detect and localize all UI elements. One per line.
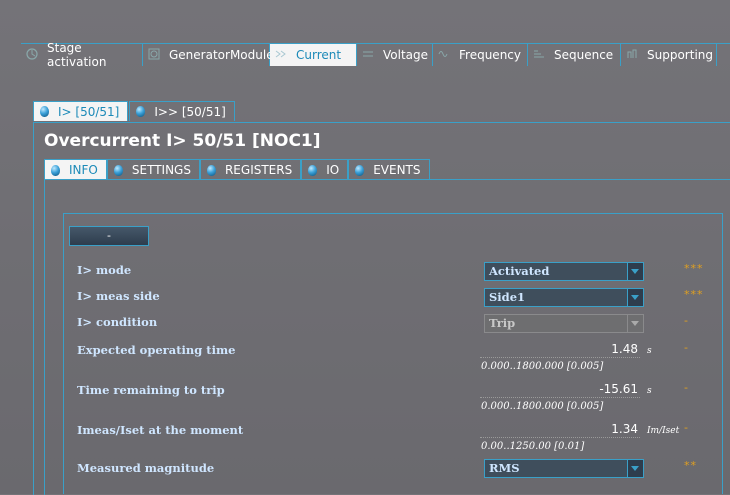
remaining-value: -15.61 [480,382,640,398]
top-tab-bar: Stage activation GeneratorModule Current… [21,41,730,69]
tab-current[interactable]: Current [270,44,357,66]
tab-stage-activation[interactable]: Stage activation [21,41,143,69]
tab-sequence[interactable]: Sequence [528,44,621,66]
imeas-value: 1.34 [480,422,640,438]
generator-icon [148,48,160,60]
voltage-icon [362,48,374,60]
meas-side-select[interactable]: Side1 [484,288,644,307]
chevron-down-icon[interactable] [627,289,643,306]
tab-stage-i-double-greater[interactable]: I>> [50/51] [129,101,235,121]
meas-side-label: I> meas side [77,289,160,303]
tab-registers[interactable]: REGISTERS [199,159,302,180]
stage-activation-icon [26,48,38,60]
expected-time-flag: - [684,341,689,354]
bulb-icon [113,164,123,176]
tab-voltage[interactable]: Voltage [357,44,433,66]
bulb-icon [308,164,318,176]
imeas-flag: - [684,421,689,434]
bulb-icon [355,164,365,176]
page-title: Overcurrent I> 50/51 [NOC1] [44,131,321,151]
remaining-unit: s [647,386,652,396]
tab-io[interactable]: IO [301,159,349,180]
bulb-icon [40,106,49,117]
remaining-flag: - [684,381,689,394]
imeas-unit: Im/Iset [647,426,680,436]
tab-frequency[interactable]: Frequency [433,44,528,66]
bulb-icon [51,164,60,176]
condition-flag: - [684,314,689,327]
condition-label: I> condition [77,315,158,329]
tab-supporting[interactable]: Supporting [621,44,717,66]
collapse-button[interactable]: - [69,226,149,246]
expected-time-unit: s [647,346,652,356]
remaining-label: Time remaining to trip [77,383,225,397]
tab-events[interactable]: EVENTS [348,159,430,180]
tab-stage-i-greater[interactable]: I> [50/51] [33,101,129,121]
expected-time-value: 1.48 [480,342,640,358]
magnitude-flag: ** [684,459,697,472]
mode-label: I> mode [77,263,132,277]
magnitude-select[interactable]: RMS [484,459,644,478]
imeas-label: Imeas/Iset at the moment [77,423,244,437]
frequency-icon [438,48,450,60]
current-icon [275,48,287,60]
condition-select: Trip [484,314,644,333]
bulb-icon [136,106,146,117]
meas-side-flag: *** [684,288,704,301]
bulb-icon [206,164,216,176]
sequence-icon [533,48,545,60]
supporting-icon [626,48,638,60]
magnitude-label: Measured magnitude [77,461,215,475]
remaining-range: 0.000..1800.000 [0.005] [481,401,604,412]
chevron-down-icon [627,315,643,332]
expected-time-range: 0.000..1800.000 [0.005] [481,361,604,372]
chevron-down-icon[interactable] [627,263,643,280]
imeas-range: 0.00..1250.00 [0.01] [481,441,585,452]
tab-settings[interactable]: SETTINGS [106,159,200,180]
chevron-down-icon[interactable] [627,460,643,477]
tab-info[interactable]: INFO [44,159,107,180]
inner-tab-bar: INFO SETTINGS REGISTERS IO EVENTS [44,159,430,180]
expected-time-label: Expected operating time [77,343,236,357]
mode-select[interactable]: Activated [484,262,644,281]
mode-flag: *** [684,262,704,275]
tab-generator-module[interactable]: GeneratorModule [143,44,274,66]
stage-tab-bar: I> [50/51] I>> [50/51] [33,101,236,121]
